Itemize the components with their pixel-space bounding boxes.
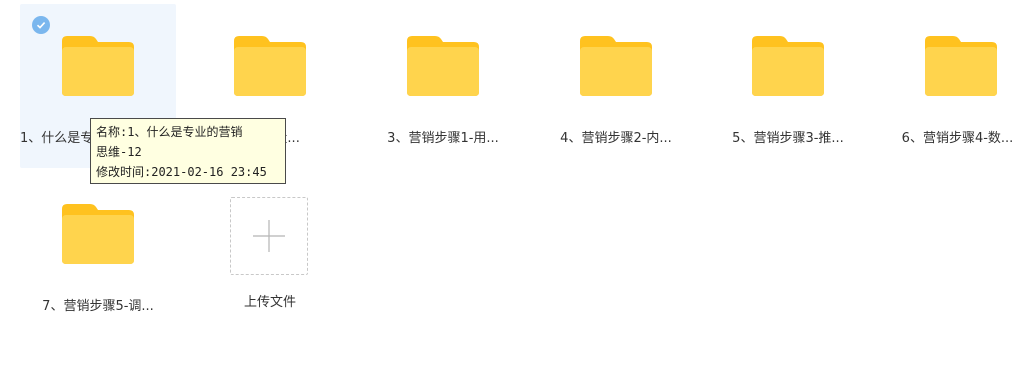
folder-icon [580,36,652,96]
file-info-tooltip: 名称:1、什么是专业的营销 思维-12 修改时间:2021-02-16 23:4… [90,118,286,184]
folder-tile-4[interactable]: 4、营销步骤2-内... [538,4,694,168]
folder-icon [752,36,824,96]
upload-tile[interactable]: 上传文件 [192,168,348,332]
file-label: 5、营销步骤3-推... [732,131,844,146]
checkmark-icon[interactable] [32,16,50,34]
folder-tile-7[interactable]: 7、营销步骤5-调... [20,172,176,336]
tooltip-name-cont: 思维-12 [96,145,142,159]
folder-icon [407,36,479,96]
file-label: 7、营销步骤5-调... [42,299,154,314]
folder-icon [925,36,997,96]
folder-icon [62,36,134,96]
folder-tile-3[interactable]: 3、营销步骤1-用... [365,4,521,168]
folder-icon [62,204,134,264]
file-label: 3、营销步骤1-用... [387,131,499,146]
upload-label: 上传文件 [243,295,296,310]
tooltip-name: 名称:1、什么是专业的营销 [96,125,243,139]
folder-tile-6[interactable]: 6、营销步骤4-数... [883,4,1032,168]
file-label: 6、营销步骤4-数... [901,131,1014,146]
folder-tile-5[interactable]: 5、营销步骤3-推... [710,4,866,168]
file-label: 4、营销步骤2-内... [560,131,672,146]
tooltip-modified: 修改时间:2021-02-16 23:45 [96,165,267,179]
upload-button[interactable] [230,197,308,275]
folder-icon [234,36,306,96]
plus-icon [253,220,285,252]
